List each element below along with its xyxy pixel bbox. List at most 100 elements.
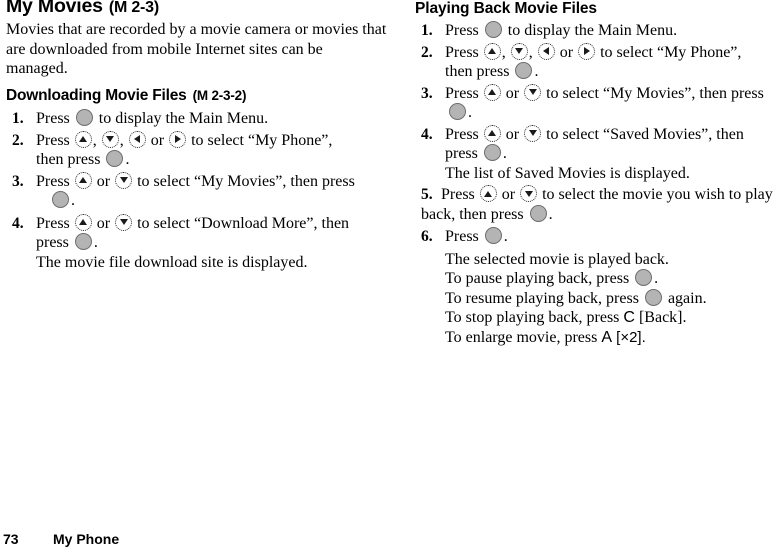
step-number: 4. [12, 214, 24, 232]
up-key-icon [74, 171, 92, 189]
or-separator: or [497, 186, 520, 203]
step-text-after: to select “My Movies”, then press [133, 172, 355, 190]
comma-separator: , [92, 131, 101, 149]
section-heading-playing-back: Playing Back Movie Files [415, 0, 597, 17]
step-number: 1. [12, 110, 24, 127]
section-heading-downloading: Downloading Movie Files (M 2-3-2) [6, 87, 246, 104]
step-line: . [445, 103, 779, 123]
step-line: Press or to select the movie you wish to… [441, 185, 779, 205]
step-text-before: Press [445, 228, 483, 245]
up-key-icon [483, 124, 501, 142]
resume-text-before: To resume playing back, press [445, 289, 643, 307]
center-key-icon [52, 191, 69, 208]
step-line: then press . [445, 62, 779, 82]
stop-text-after: [Back]. [634, 309, 687, 326]
center-key-icon [483, 144, 501, 161]
step-text-after: . [503, 228, 508, 245]
playback-note-resume: To resume playing back, press again. [445, 288, 779, 309]
enlarge-text-before: To enlarge movie, press [445, 328, 602, 346]
step-line: Press . [445, 227, 779, 247]
comma-separator: , [528, 43, 537, 61]
step-text-before: back, then press [421, 205, 528, 223]
step-text-before: then press [36, 151, 105, 168]
down-key-icon [524, 124, 542, 142]
right-key-icon [169, 130, 187, 148]
step-line: Press or to select “Download More”, then [36, 213, 391, 234]
down-key-icon [520, 185, 538, 202]
or-separator: or [501, 84, 524, 102]
step-text-before: press [36, 234, 73, 251]
step-line: press . [445, 144, 779, 164]
step-text-after: . [93, 234, 98, 251]
footer-page-number: 73 [3, 531, 19, 547]
up-key-icon [483, 42, 501, 60]
center-key-icon [635, 269, 653, 286]
playback-note-enlarge: To enlarge movie, press A [×2]. [445, 328, 779, 348]
step-text-before: Press [36, 214, 74, 232]
up-key-icon [483, 83, 501, 101]
step-text-before: Press [36, 172, 74, 190]
section-heading-text: Downloading Movie Files [6, 87, 187, 104]
left-key-icon [537, 42, 555, 60]
step-text-before: Press [441, 186, 479, 203]
softkey-a-icon: A [601, 328, 612, 346]
step-text-after: . [468, 104, 472, 121]
intro-paragraph: Movies that are recorded by a movie came… [6, 21, 387, 77]
up-key-icon [74, 130, 92, 148]
right-key-icon [578, 42, 596, 60]
down-key-icon [101, 130, 119, 148]
page-footer: 73 My Phone [0, 529, 779, 549]
step-line: Press to display the Main Menu. [445, 21, 779, 41]
step-number: 3. [421, 84, 433, 102]
center-key-icon [484, 227, 502, 244]
step-text-before: Press [36, 110, 74, 127]
left-key-icon [128, 130, 146, 148]
step-line: press . [36, 233, 391, 253]
step-text-after: to select “Download More”, then [133, 214, 350, 232]
section-heading-code: (M 2-3-2) [192, 88, 247, 103]
enlarge-text-after: [×2]. [612, 328, 646, 346]
step-line: Press , , or to select “My Phone”, [445, 42, 779, 63]
step-text-after: to select “My Movies”, then press [542, 84, 764, 102]
step-line: back, then press . [421, 204, 779, 225]
or-separator: or [501, 125, 524, 143]
step-text-before: press [445, 145, 482, 162]
step-text-before: Press [445, 43, 483, 61]
step-text-before: Press [445, 84, 483, 102]
step-line: then press . [36, 150, 391, 170]
footer-chapter-name: My Phone [53, 531, 120, 547]
list-item: 1. Press to display the Main Menu. [6, 109, 391, 129]
step-note: The list of Saved Movies is displayed. [445, 164, 690, 182]
step-text-after: . [71, 192, 75, 209]
step-text-after: to display the Main Menu. [94, 110, 269, 127]
step-text-after: . [125, 151, 130, 168]
down-key-icon [524, 83, 542, 101]
list-item: 3. Press or to select “My Movies”, then … [6, 171, 391, 211]
center-key-icon [529, 204, 547, 222]
pause-text-before: To pause playing back, press [445, 270, 634, 287]
list-item: 4. Press or to select “Download More”, t… [6, 213, 391, 273]
down-key-icon [115, 213, 133, 231]
clear-key-icon: C [623, 309, 635, 326]
list-item: 6. Press . The selected movie is played … [415, 227, 779, 347]
center-key-icon [106, 150, 124, 167]
list-item: 2. Press , , or to select “My Phone”, th… [6, 130, 391, 170]
center-key-icon [644, 288, 662, 306]
center-key-icon [515, 62, 533, 79]
stop-text-before: To stop playing back, press [445, 309, 624, 326]
or-separator: or [146, 131, 169, 149]
step-number: 3. [12, 172, 24, 190]
step-number: 6. [421, 228, 433, 245]
up-key-icon [74, 213, 92, 231]
up-key-icon [479, 185, 497, 202]
playback-note-pause: To pause playing back, press . [445, 269, 779, 289]
center-key-icon [74, 233, 92, 250]
page-title-code: (M 2-3) [108, 0, 159, 16]
down-key-icon [115, 171, 133, 189]
step-text-before: Press [445, 22, 483, 39]
page-title-text: My Movies [6, 0, 103, 17]
step-line: . [36, 191, 391, 211]
step-text-after: . [502, 145, 507, 162]
step-text-before: Press [445, 125, 483, 143]
step-line: Press or to select “My Movies”, then pre… [445, 83, 779, 104]
